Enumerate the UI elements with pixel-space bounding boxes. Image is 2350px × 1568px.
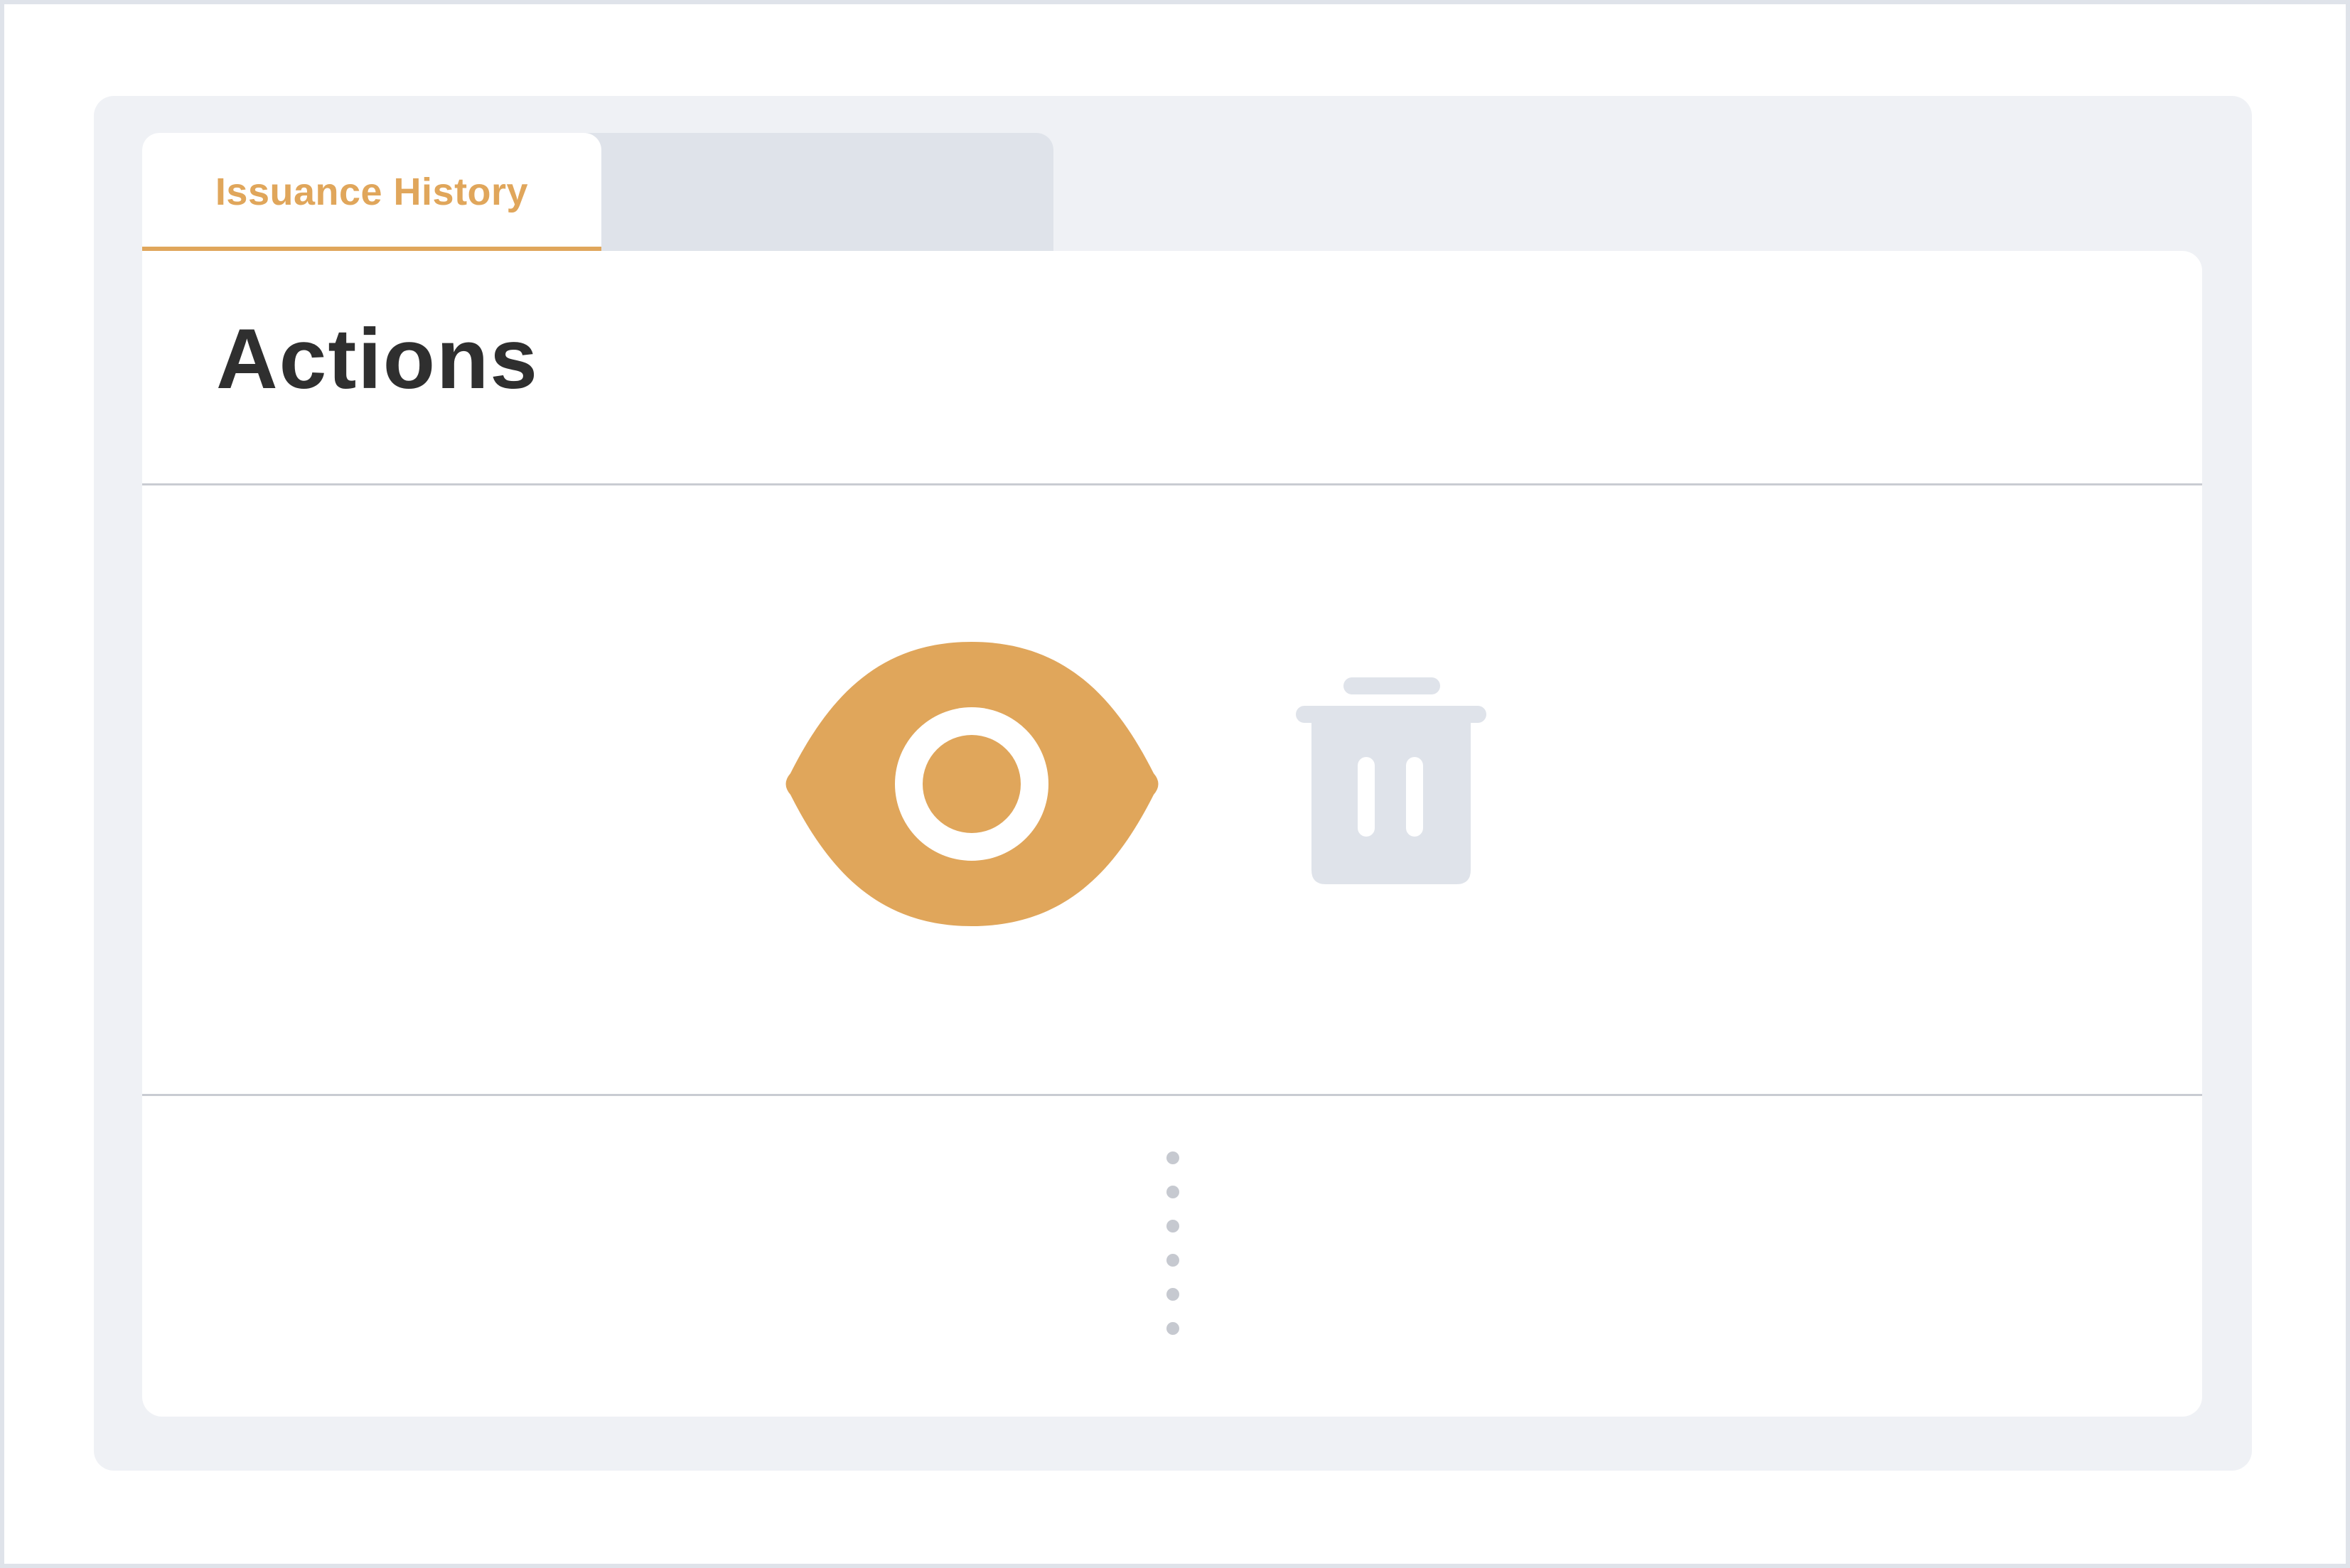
vertical-ellipsis-icon xyxy=(1159,1151,1187,1350)
actions-card: Actions xyxy=(142,251,2202,1417)
divider-top xyxy=(142,483,2202,485)
ellipsis-dot xyxy=(1166,1151,1179,1164)
divider-bottom xyxy=(142,1094,2202,1096)
ellipsis-dot xyxy=(1166,1186,1179,1198)
ellipsis-dot xyxy=(1166,1254,1179,1267)
tab-issuance-history[interactable]: Issuance History xyxy=(142,133,601,251)
delete-button[interactable] xyxy=(1294,677,1507,891)
ellipsis-dot xyxy=(1166,1220,1179,1233)
ellipsis-dot xyxy=(1166,1322,1179,1335)
card-title: Actions xyxy=(216,311,540,407)
trash-icon xyxy=(1296,677,1486,884)
ellipsis-dot xyxy=(1166,1288,1179,1301)
tab-label: Issuance History xyxy=(215,171,529,213)
view-button[interactable] xyxy=(778,638,1166,930)
eye-icon xyxy=(785,642,1159,926)
